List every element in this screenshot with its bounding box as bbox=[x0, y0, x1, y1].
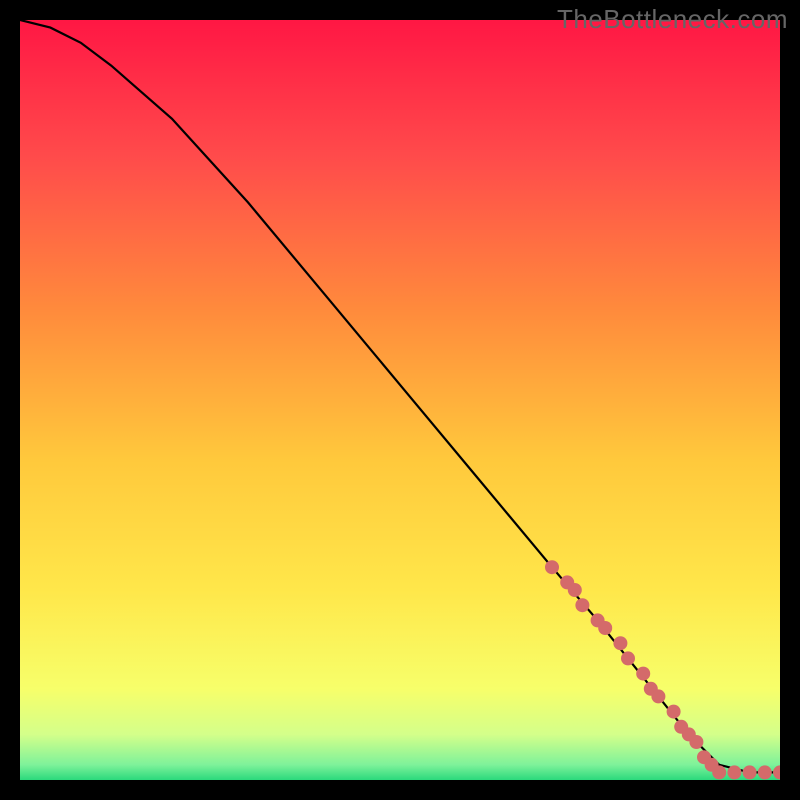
data-point bbox=[727, 765, 741, 779]
chart-container: TheBottleneck.com bbox=[0, 0, 800, 800]
gradient-chart bbox=[20, 20, 780, 780]
data-point bbox=[568, 583, 582, 597]
data-point bbox=[621, 651, 635, 665]
data-point bbox=[667, 705, 681, 719]
data-point bbox=[651, 689, 665, 703]
data-point bbox=[743, 765, 757, 779]
watermark-text: TheBottleneck.com bbox=[557, 4, 788, 35]
data-point bbox=[636, 667, 650, 681]
plot-background bbox=[20, 20, 780, 780]
data-point bbox=[758, 765, 772, 779]
data-point bbox=[575, 598, 589, 612]
data-point bbox=[613, 636, 627, 650]
data-point bbox=[712, 765, 726, 779]
data-point bbox=[689, 735, 703, 749]
data-point bbox=[545, 560, 559, 574]
data-point bbox=[598, 621, 612, 635]
